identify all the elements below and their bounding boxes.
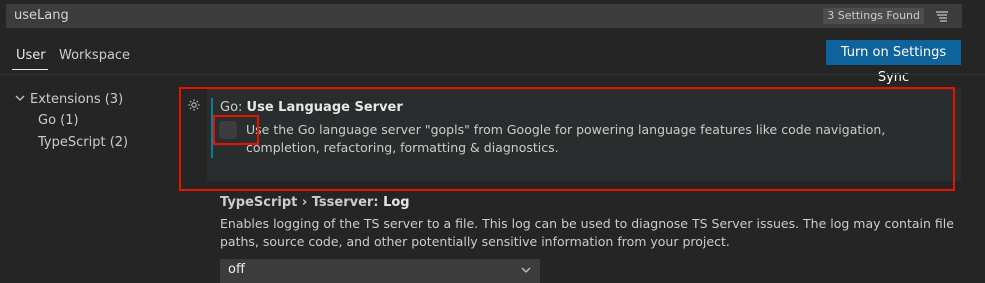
chevron-down-icon[interactable] [14, 92, 26, 104]
header-divider [0, 74, 985, 75]
search-query: useLang [14, 8, 69, 23]
tree-item-go[interactable]: Go (1) [38, 113, 79, 128]
setting-category: TypeScript › Tsserver: [220, 195, 384, 210]
clear-filter-icon[interactable] [934, 8, 950, 24]
tree-item-extensions[interactable]: Extensions (3) [30, 92, 123, 107]
select-value: off [228, 262, 245, 277]
setting-name: Use Language Server [246, 100, 403, 115]
setting-title: Go: Use Language Server [220, 100, 403, 115]
use-language-server-checkbox[interactable] [219, 121, 237, 139]
settings-sync-button[interactable]: Turn on Settings Sync [826, 40, 961, 85]
tab-workspace[interactable]: Workspace [59, 48, 130, 63]
setting-name: Log [383, 195, 410, 210]
tab-user[interactable]: User [16, 48, 46, 63]
gear-icon[interactable] [187, 98, 201, 112]
setting-category: Go: [220, 100, 247, 115]
tree-item-typescript[interactable]: TypeScript (2) [38, 135, 128, 150]
setting-description: Use the Go language server "gopls" from … [246, 122, 886, 155]
settings-search-input[interactable]: useLang 3 Settings Found [6, 4, 962, 28]
chevron-down-icon [521, 267, 531, 273]
results-count-badge: 3 Settings Found [823, 8, 924, 24]
modified-indicator [211, 98, 213, 158]
setting-title: TypeScript › Tsserver: Log [220, 195, 410, 210]
active-tab-indicator [12, 69, 48, 70]
setting-description: Enables logging of the TS server to a fi… [220, 216, 954, 249]
tsserver-log-select[interactable]: off [220, 259, 540, 283]
